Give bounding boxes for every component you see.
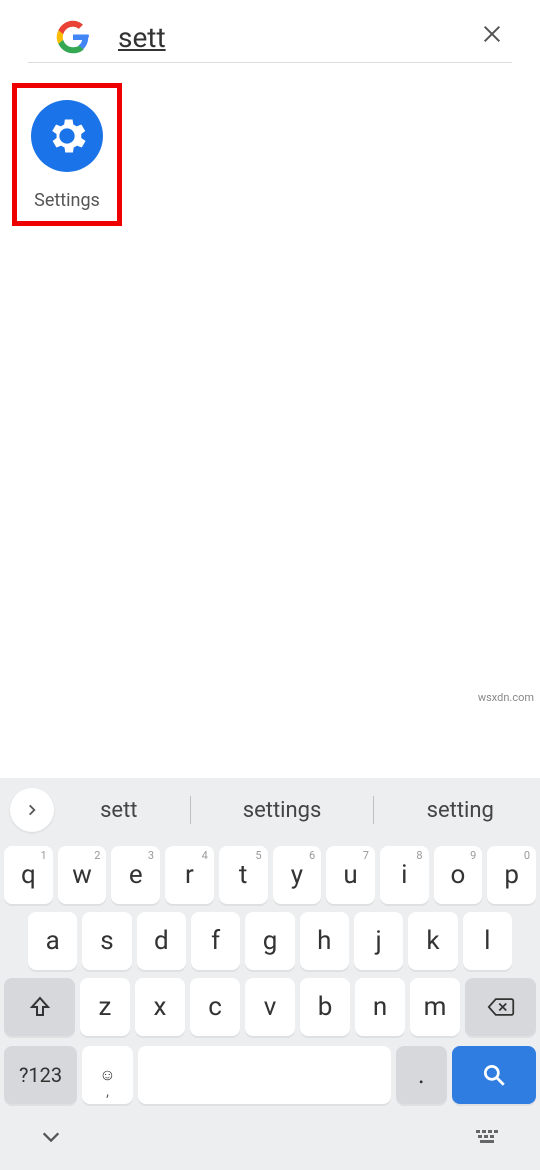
backspace-key[interactable] <box>465 978 536 1036</box>
key-g[interactable]: g <box>245 912 294 970</box>
suggestion-divider <box>190 796 191 824</box>
key-p[interactable]: p0 <box>487 846 536 904</box>
key-f[interactable]: f <box>191 912 240 970</box>
expand-suggestions-button[interactable] <box>10 788 54 832</box>
key-r[interactable]: r4 <box>165 846 214 904</box>
key-w[interactable]: w2 <box>58 846 107 904</box>
emoji-key[interactable]: ☺ , <box>82 1046 133 1104</box>
space-key[interactable] <box>138 1046 391 1104</box>
on-screen-keyboard: sett settings setting q1w2e3r4t5y6u7i8o9… <box>0 778 540 1170</box>
key-b[interactable]: b <box>300 978 350 1036</box>
search-key[interactable] <box>452 1046 536 1104</box>
key-k[interactable]: k <box>408 912 457 970</box>
search-results: Settings <box>0 63 540 246</box>
key-q[interactable]: q1 <box>4 846 53 904</box>
google-logo-icon <box>56 20 90 54</box>
key-n[interactable]: n <box>355 978 405 1036</box>
period-key[interactable]: . <box>396 1046 447 1104</box>
key-u[interactable]: u7 <box>326 846 375 904</box>
key-i[interactable]: i8 <box>380 846 429 904</box>
key-t[interactable]: t5 <box>219 846 268 904</box>
shift-key[interactable] <box>4 978 75 1036</box>
key-j[interactable]: j <box>354 912 403 970</box>
suggestion-1[interactable]: sett <box>80 798 157 823</box>
watermark: wsxdn.com <box>478 691 534 704</box>
suggestion-2[interactable]: settings <box>223 798 342 823</box>
settings-app-icon <box>31 100 103 172</box>
app-result-label: Settings <box>34 190 100 211</box>
key-v[interactable]: v <box>245 978 295 1036</box>
keyboard-switch-icon[interactable] <box>474 1128 500 1152</box>
key-c[interactable]: c <box>190 978 240 1036</box>
key-s[interactable]: s <box>82 912 131 970</box>
suggestion-3[interactable]: setting <box>407 798 514 823</box>
search-input[interactable] <box>118 21 475 54</box>
key-m[interactable]: m <box>410 978 460 1036</box>
clear-icon[interactable] <box>475 22 509 52</box>
symbols-key[interactable]: ?123 <box>4 1046 77 1104</box>
key-d[interactable]: d <box>137 912 186 970</box>
key-o[interactable]: o9 <box>434 846 483 904</box>
key-e[interactable]: e3 <box>111 846 160 904</box>
key-a[interactable]: a <box>28 912 77 970</box>
key-z[interactable]: z <box>80 978 130 1036</box>
key-l[interactable]: l <box>463 912 512 970</box>
key-x[interactable]: x <box>135 978 185 1036</box>
key-y[interactable]: y6 <box>273 846 322 904</box>
suggestion-divider <box>373 796 374 824</box>
app-result-settings[interactable]: Settings <box>12 83 122 226</box>
key-h[interactable]: h <box>300 912 349 970</box>
nav-collapse-icon[interactable] <box>40 1126 62 1154</box>
